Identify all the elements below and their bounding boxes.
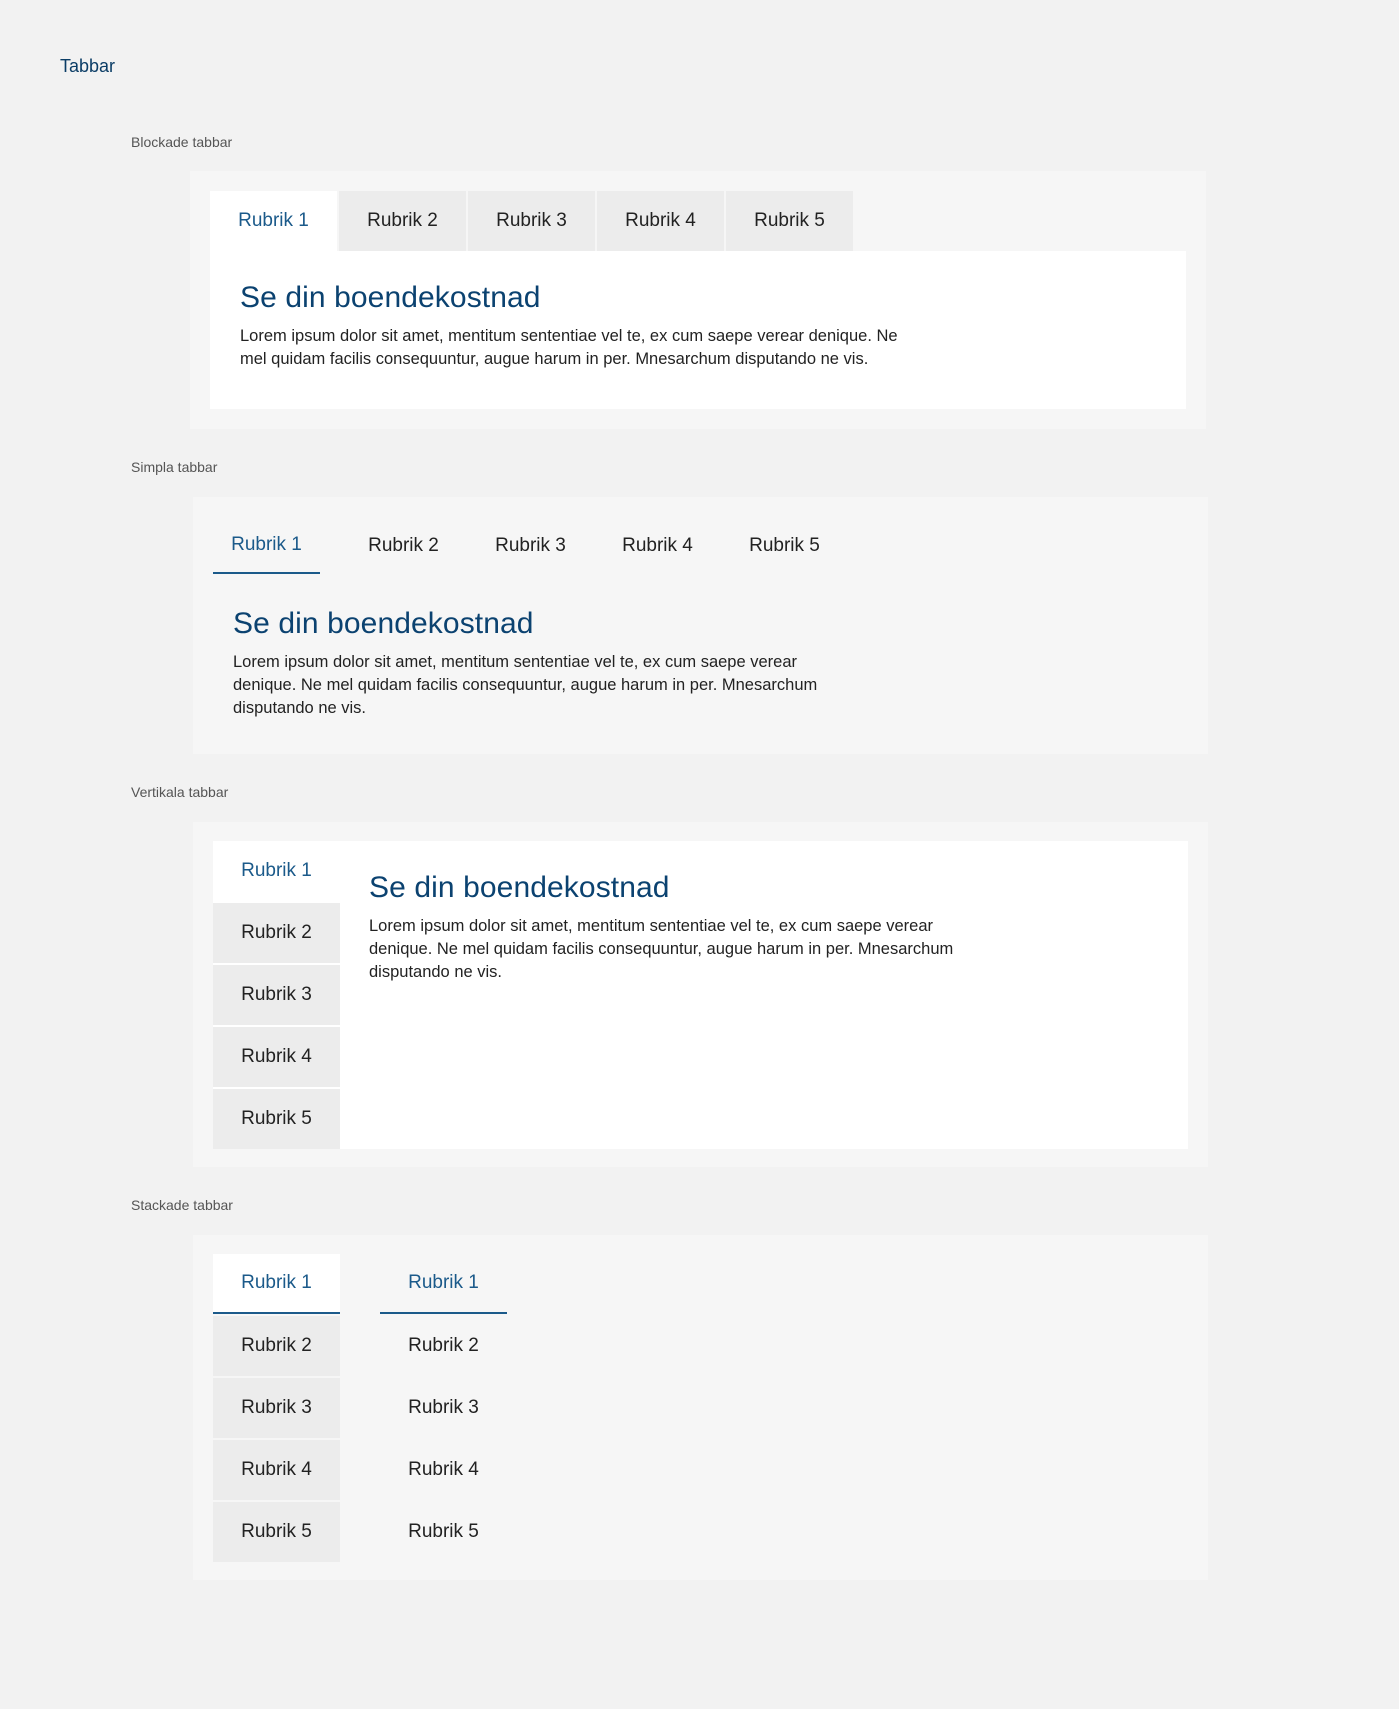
simple-tabbar-panel: Rubrik 1 Rubrik 2 Rubrik 3 Rubrik 4 Rubr… <box>193 497 1208 754</box>
stacked-tabbar-panel: Rubrik 1 Rubrik 2 Rubrik 3 Rubrik 4 Rubr… <box>193 1235 1208 1580</box>
simple-tab-2[interactable]: Rubrik 2 <box>340 517 467 574</box>
simple-tab-4[interactable]: Rubrik 4 <box>594 517 721 574</box>
vertical-tab-5[interactable]: Rubrik 5 <box>213 1089 340 1149</box>
stacked-right-tab-2[interactable]: Rubrik 2 <box>380 1316 507 1376</box>
stacked-left-tab-3[interactable]: Rubrik 3 <box>213 1378 340 1438</box>
blocked-tab-3[interactable]: Rubrik 3 <box>468 191 595 251</box>
blocked-tab-content: Se din boendekostnad Lorem ipsum dolor s… <box>210 251 1186 409</box>
blocked-tab-4[interactable]: Rubrik 4 <box>597 191 724 251</box>
vertical-tab-4[interactable]: Rubrik 4 <box>213 1027 340 1087</box>
stacked-right-tab-5[interactable]: Rubrik 5 <box>380 1502 507 1562</box>
content-text: Lorem ipsum dolor sit amet, mentitum sen… <box>240 327 898 368</box>
blocked-tab-1[interactable]: Rubrik 1 <box>210 191 337 251</box>
stacked-simple-tab-list: Rubrik 1 Rubrik 2 Rubrik 3 Rubrik 4 Rubr… <box>380 1254 507 1564</box>
simple-tab-5[interactable]: Rubrik 5 <box>721 517 848 574</box>
stacked-blocked-tab-list: Rubrik 1 Rubrik 2 Rubrik 3 Rubrik 4 Rubr… <box>213 1254 340 1564</box>
blocked-tab-2[interactable]: Rubrik 2 <box>339 191 466 251</box>
simple-tab-3[interactable]: Rubrik 3 <box>467 517 594 574</box>
stacked-right-tab-3[interactable]: Rubrik 3 <box>380 1378 507 1438</box>
blocked-tab-5[interactable]: Rubrik 5 <box>726 191 853 251</box>
stacked-left-tab-1[interactable]: Rubrik 1 <box>213 1254 340 1314</box>
blocked-tab-list: Rubrik 1 Rubrik 2 Rubrik 3 Rubrik 4 Rubr… <box>210 191 855 251</box>
stacked-left-tab-2[interactable]: Rubrik 2 <box>213 1316 340 1376</box>
vertical-tabbar-panel: Rubrik 1 Rubrik 2 Rubrik 3 Rubrik 4 Rubr… <box>193 822 1208 1167</box>
vertical-tab-box: Rubrik 1 Rubrik 2 Rubrik 3 Rubrik 4 Rubr… <box>213 841 1188 1149</box>
blocked-tabbar-panel: Rubrik 1 Rubrik 2 Rubrik 3 Rubrik 4 Rubr… <box>190 171 1206 429</box>
vertical-tab-3[interactable]: Rubrik 3 <box>213 965 340 1025</box>
section-label-stacked: Stackade tabbar <box>131 1197 233 1213</box>
content-heading: Se din boendekostnad <box>233 607 534 640</box>
simple-tab-list: Rubrik 1 Rubrik 2 Rubrik 3 Rubrik 4 Rubr… <box>213 517 848 574</box>
simple-tab-content: Se din boendekostnad Lorem ipsum dolor s… <box>233 607 823 720</box>
vertical-tab-list: Rubrik 1 Rubrik 2 Rubrik 3 Rubrik 4 Rubr… <box>213 841 340 1151</box>
stacked-left-tab-5[interactable]: Rubrik 5 <box>213 1502 340 1562</box>
simple-tab-1[interactable]: Rubrik 1 <box>213 517 320 574</box>
section-label-simple: Simpla tabbar <box>131 459 218 475</box>
vertical-tab-1[interactable]: Rubrik 1 <box>213 841 340 901</box>
vertical-tab-2[interactable]: Rubrik 2 <box>213 903 340 963</box>
page-title: Tabbar <box>60 56 116 76</box>
stacked-right-tab-1[interactable]: Rubrik 1 <box>380 1254 507 1314</box>
content-text: Lorem ipsum dolor sit amet, mentitum sen… <box>233 653 818 717</box>
section-label-blocked: Blockade tabbar <box>131 134 233 150</box>
stacked-right-tab-4[interactable]: Rubrik 4 <box>380 1440 507 1500</box>
content-text: Lorem ipsum dolor sit amet, mentitum sen… <box>369 917 954 981</box>
content-heading: Se din boendekostnad <box>240 281 541 314</box>
content-heading: Se din boendekostnad <box>369 871 670 904</box>
vertical-tab-content: Se din boendekostnad Lorem ipsum dolor s… <box>369 871 959 984</box>
stacked-left-tab-4[interactable]: Rubrik 4 <box>213 1440 340 1500</box>
section-label-vertical: Vertikala tabbar <box>131 784 229 800</box>
